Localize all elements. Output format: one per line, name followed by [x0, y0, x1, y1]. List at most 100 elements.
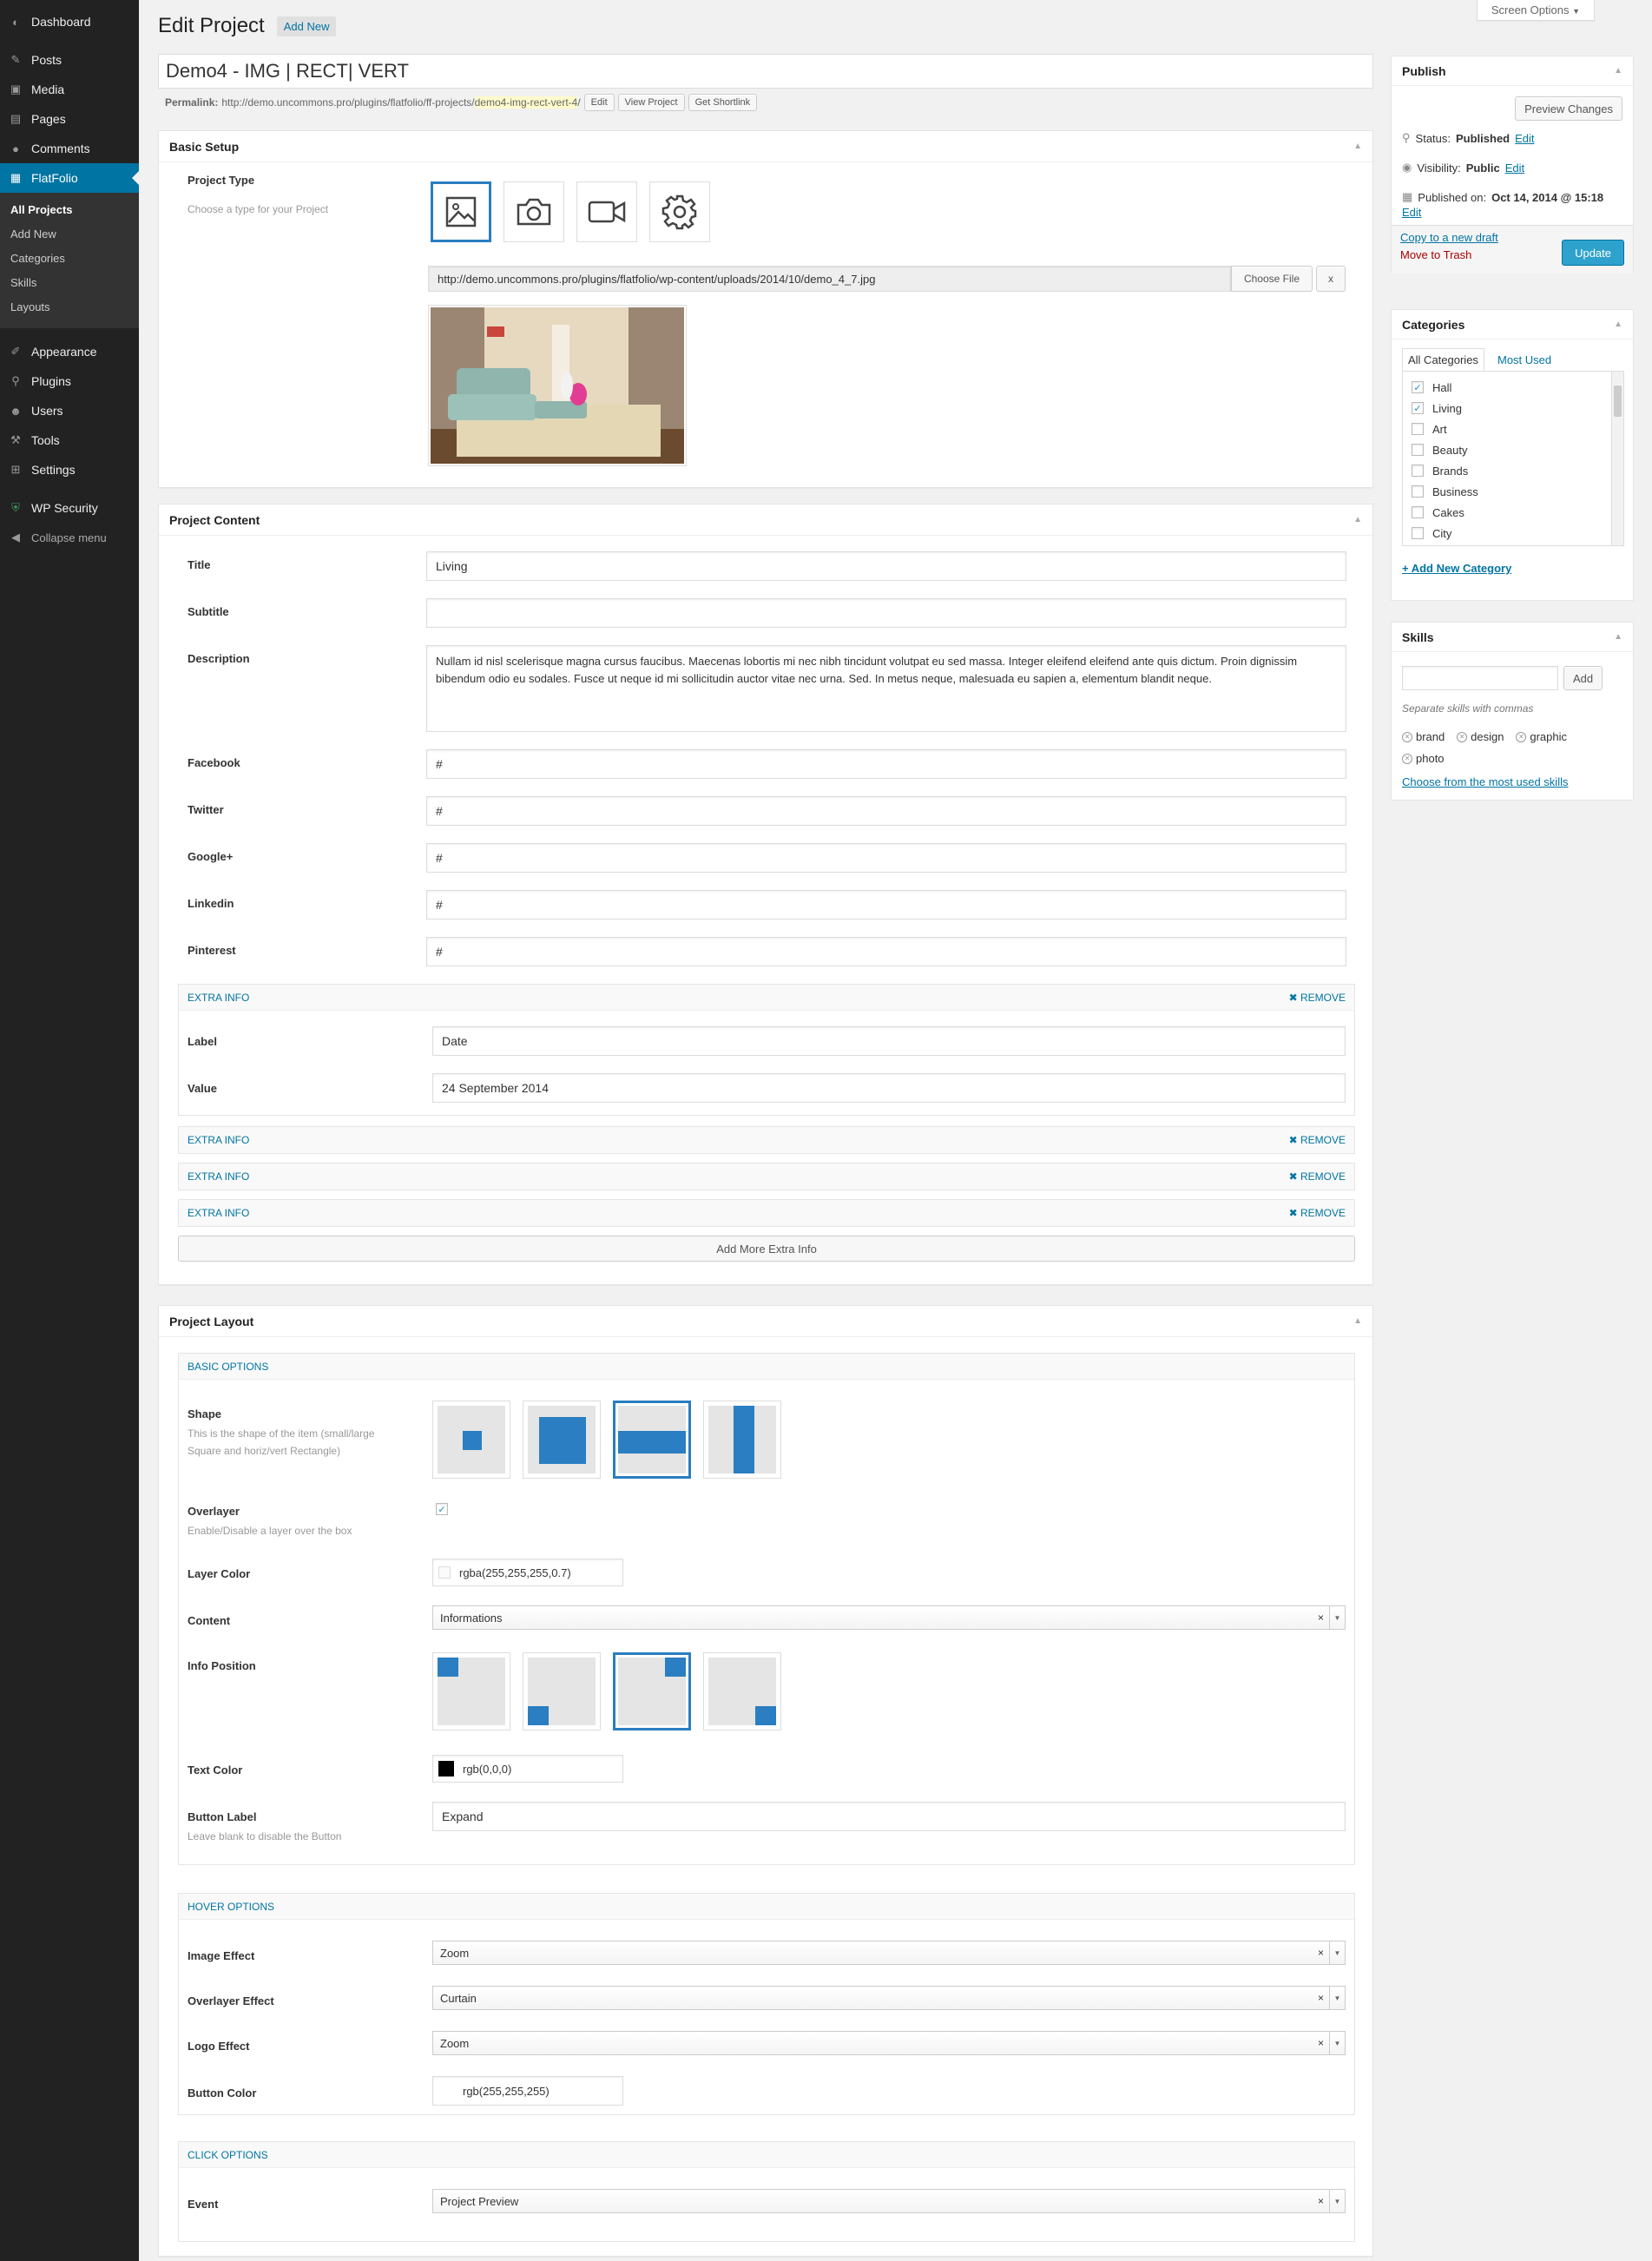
category-item[interactable]: City: [1412, 523, 1615, 544]
submenu-categories[interactable]: Categories: [0, 247, 139, 271]
chevron-down-icon[interactable]: ▼: [1329, 2032, 1345, 2054]
info-bottom-left-option[interactable]: [523, 1652, 601, 1730]
type-video-option[interactable]: [576, 181, 637, 242]
chevron-down-icon[interactable]: ▼: [1329, 1606, 1345, 1629]
pinterest-input[interactable]: #: [426, 937, 1346, 966]
info-top-right-option[interactable]: [613, 1652, 691, 1730]
add-skill-button[interactable]: Add: [1563, 666, 1603, 690]
layer-color-input[interactable]: rgba(255,255,255,0.7): [432, 1559, 623, 1586]
project-layout-header[interactable]: Project Layout ▲: [159, 1306, 1372, 1337]
clear-icon[interactable]: ×: [1318, 2037, 1324, 2049]
category-item[interactable]: Cakes: [1412, 502, 1615, 523]
add-new-button[interactable]: Add New: [276, 16, 337, 36]
googleplus-input[interactable]: #: [426, 843, 1346, 873]
menu-tools[interactable]: ⚒ Tools: [0, 425, 139, 455]
content-select[interactable]: Informations × ▼: [432, 1605, 1346, 1630]
category-item[interactable]: Art: [1412, 419, 1615, 439]
remove-extra-info-button[interactable]: ✖ REMOVE: [1289, 1134, 1346, 1146]
shape-small-square-option[interactable]: [432, 1401, 510, 1479]
choose-file-button[interactable]: Choose File: [1231, 266, 1313, 292]
add-more-extra-info-button[interactable]: Add More Extra Info: [178, 1236, 1355, 1262]
collapse-arrow-icon[interactable]: ▲: [1614, 632, 1622, 642]
linkedin-input[interactable]: #: [426, 890, 1346, 920]
remove-tag-icon[interactable]: ✕: [1402, 754, 1412, 764]
permalink-slug[interactable]: demo4-img-rect-vert-4: [474, 96, 578, 109]
clear-file-button[interactable]: x: [1316, 266, 1346, 292]
remove-tag-icon[interactable]: ✕: [1457, 732, 1468, 742]
remove-extra-info-button[interactable]: ✖ REMOVE: [1289, 1207, 1346, 1219]
category-checkbox[interactable]: [1412, 527, 1424, 539]
skills-input[interactable]: [1402, 666, 1558, 690]
file-url-input[interactable]: http://demo.uncommons.pro/plugins/flatfo…: [428, 266, 1231, 292]
edit-visibility-link[interactable]: Edit: [1505, 162, 1524, 175]
remove-tag-icon[interactable]: ✕: [1516, 732, 1527, 742]
permalink-edit-button[interactable]: Edit: [583, 94, 615, 111]
submenu-skills[interactable]: Skills: [0, 271, 139, 295]
menu-users[interactable]: ☻ Users: [0, 396, 139, 425]
collapse-arrow-icon[interactable]: ▲: [1614, 320, 1622, 329]
button-label-input[interactable]: Expand: [432, 1802, 1346, 1831]
clear-icon[interactable]: ×: [1318, 1612, 1324, 1624]
description-textarea[interactable]: Nullam id nisl scelerisque magna cursus …: [426, 645, 1346, 732]
add-new-category-link[interactable]: + Add New Category: [1402, 562, 1511, 575]
extra-info-title[interactable]: EXTRA INFO: [188, 1207, 249, 1219]
get-shortlink-button[interactable]: Get Shortlink: [688, 94, 758, 111]
collapse-arrow-icon[interactable]: ▲: [1353, 142, 1362, 151]
screen-options-button[interactable]: Screen Options ▼: [1476, 0, 1595, 21]
tab-most-used[interactable]: Most Used: [1492, 348, 1557, 371]
menu-comments[interactable]: ● Comments: [0, 134, 139, 163]
title-input[interactable]: Living: [426, 551, 1346, 581]
project-content-header[interactable]: Project Content ▲: [159, 504, 1372, 536]
event-select[interactable]: Project Preview × ▼: [432, 2189, 1346, 2213]
category-checkbox[interactable]: [1412, 465, 1424, 477]
menu-plugins[interactable]: ⚲ Plugins: [0, 366, 139, 396]
twitter-input[interactable]: #: [426, 796, 1346, 826]
collapse-arrow-icon[interactable]: ▲: [1353, 515, 1362, 524]
text-color-input[interactable]: rgb(0,0,0): [432, 1755, 623, 1783]
overlayer-effect-select[interactable]: Curtain × ▼: [432, 1986, 1346, 2010]
chevron-down-icon[interactable]: ▼: [1329, 1941, 1345, 1964]
category-checkbox[interactable]: [1412, 506, 1424, 518]
extra-label-input[interactable]: Date: [432, 1026, 1346, 1056]
categories-scrollbar[interactable]: [1611, 372, 1623, 545]
shape-vertical-rectangle-option[interactable]: [703, 1401, 781, 1479]
category-checkbox[interactable]: ✓: [1412, 381, 1424, 393]
preview-changes-button[interactable]: Preview Changes: [1515, 96, 1622, 121]
menu-pages[interactable]: ▤ Pages: [0, 104, 139, 134]
menu-flatfolio[interactable]: ▦ FlatFolio: [0, 163, 139, 193]
chevron-down-icon[interactable]: ▼: [1329, 2190, 1345, 2212]
category-item[interactable]: ✓ Hall: [1412, 377, 1615, 398]
post-title-input[interactable]: Demo4 - IMG | RECT| VERT: [158, 54, 1373, 89]
clear-icon[interactable]: ×: [1318, 1947, 1324, 1959]
subtitle-input[interactable]: [426, 598, 1346, 628]
submenu-add-new[interactable]: Add New: [0, 222, 139, 247]
choose-skills-link[interactable]: Choose from the most used skills: [1402, 775, 1568, 788]
category-item[interactable]: Business: [1412, 481, 1615, 502]
remove-tag-icon[interactable]: ✕: [1402, 732, 1412, 742]
remove-extra-info-button[interactable]: ✖ REMOVE: [1289, 992, 1346, 1004]
info-top-left-option[interactable]: [432, 1652, 510, 1730]
menu-appearance[interactable]: ✐ Appearance: [0, 337, 139, 366]
button-color-input[interactable]: rgb(255,255,255): [432, 2076, 623, 2106]
category-checkbox[interactable]: [1412, 444, 1424, 456]
submenu-all-projects[interactable]: All Projects: [0, 198, 139, 222]
overlayer-checkbox[interactable]: ✓: [436, 1503, 448, 1515]
menu-settings[interactable]: ⊞ Settings: [0, 455, 139, 484]
extra-info-title[interactable]: EXTRA INFO: [188, 1134, 249, 1146]
copy-to-draft-link[interactable]: Copy to a new draft: [1400, 231, 1498, 244]
clear-icon[interactable]: ×: [1318, 2195, 1324, 2207]
category-item[interactable]: ✓ Living: [1412, 398, 1615, 419]
category-item[interactable]: Brands: [1412, 460, 1615, 481]
clear-icon[interactable]: ×: [1318, 1992, 1324, 2004]
info-bottom-right-option[interactable]: [703, 1652, 781, 1730]
menu-posts[interactable]: ✎ Posts: [0, 45, 139, 75]
edit-status-link[interactable]: Edit: [1515, 132, 1534, 145]
menu-media[interactable]: ▣ Media: [0, 75, 139, 104]
collapse-arrow-icon[interactable]: ▲: [1614, 66, 1622, 76]
view-project-button[interactable]: View Project: [617, 94, 685, 111]
category-checkbox[interactable]: [1412, 485, 1424, 498]
image-effect-select[interactable]: Zoom × ▼: [432, 1941, 1346, 1965]
edit-date-link[interactable]: Edit: [1402, 206, 1421, 219]
logo-effect-select[interactable]: Zoom × ▼: [432, 2031, 1346, 2055]
chevron-down-icon[interactable]: ▼: [1329, 1987, 1345, 2009]
